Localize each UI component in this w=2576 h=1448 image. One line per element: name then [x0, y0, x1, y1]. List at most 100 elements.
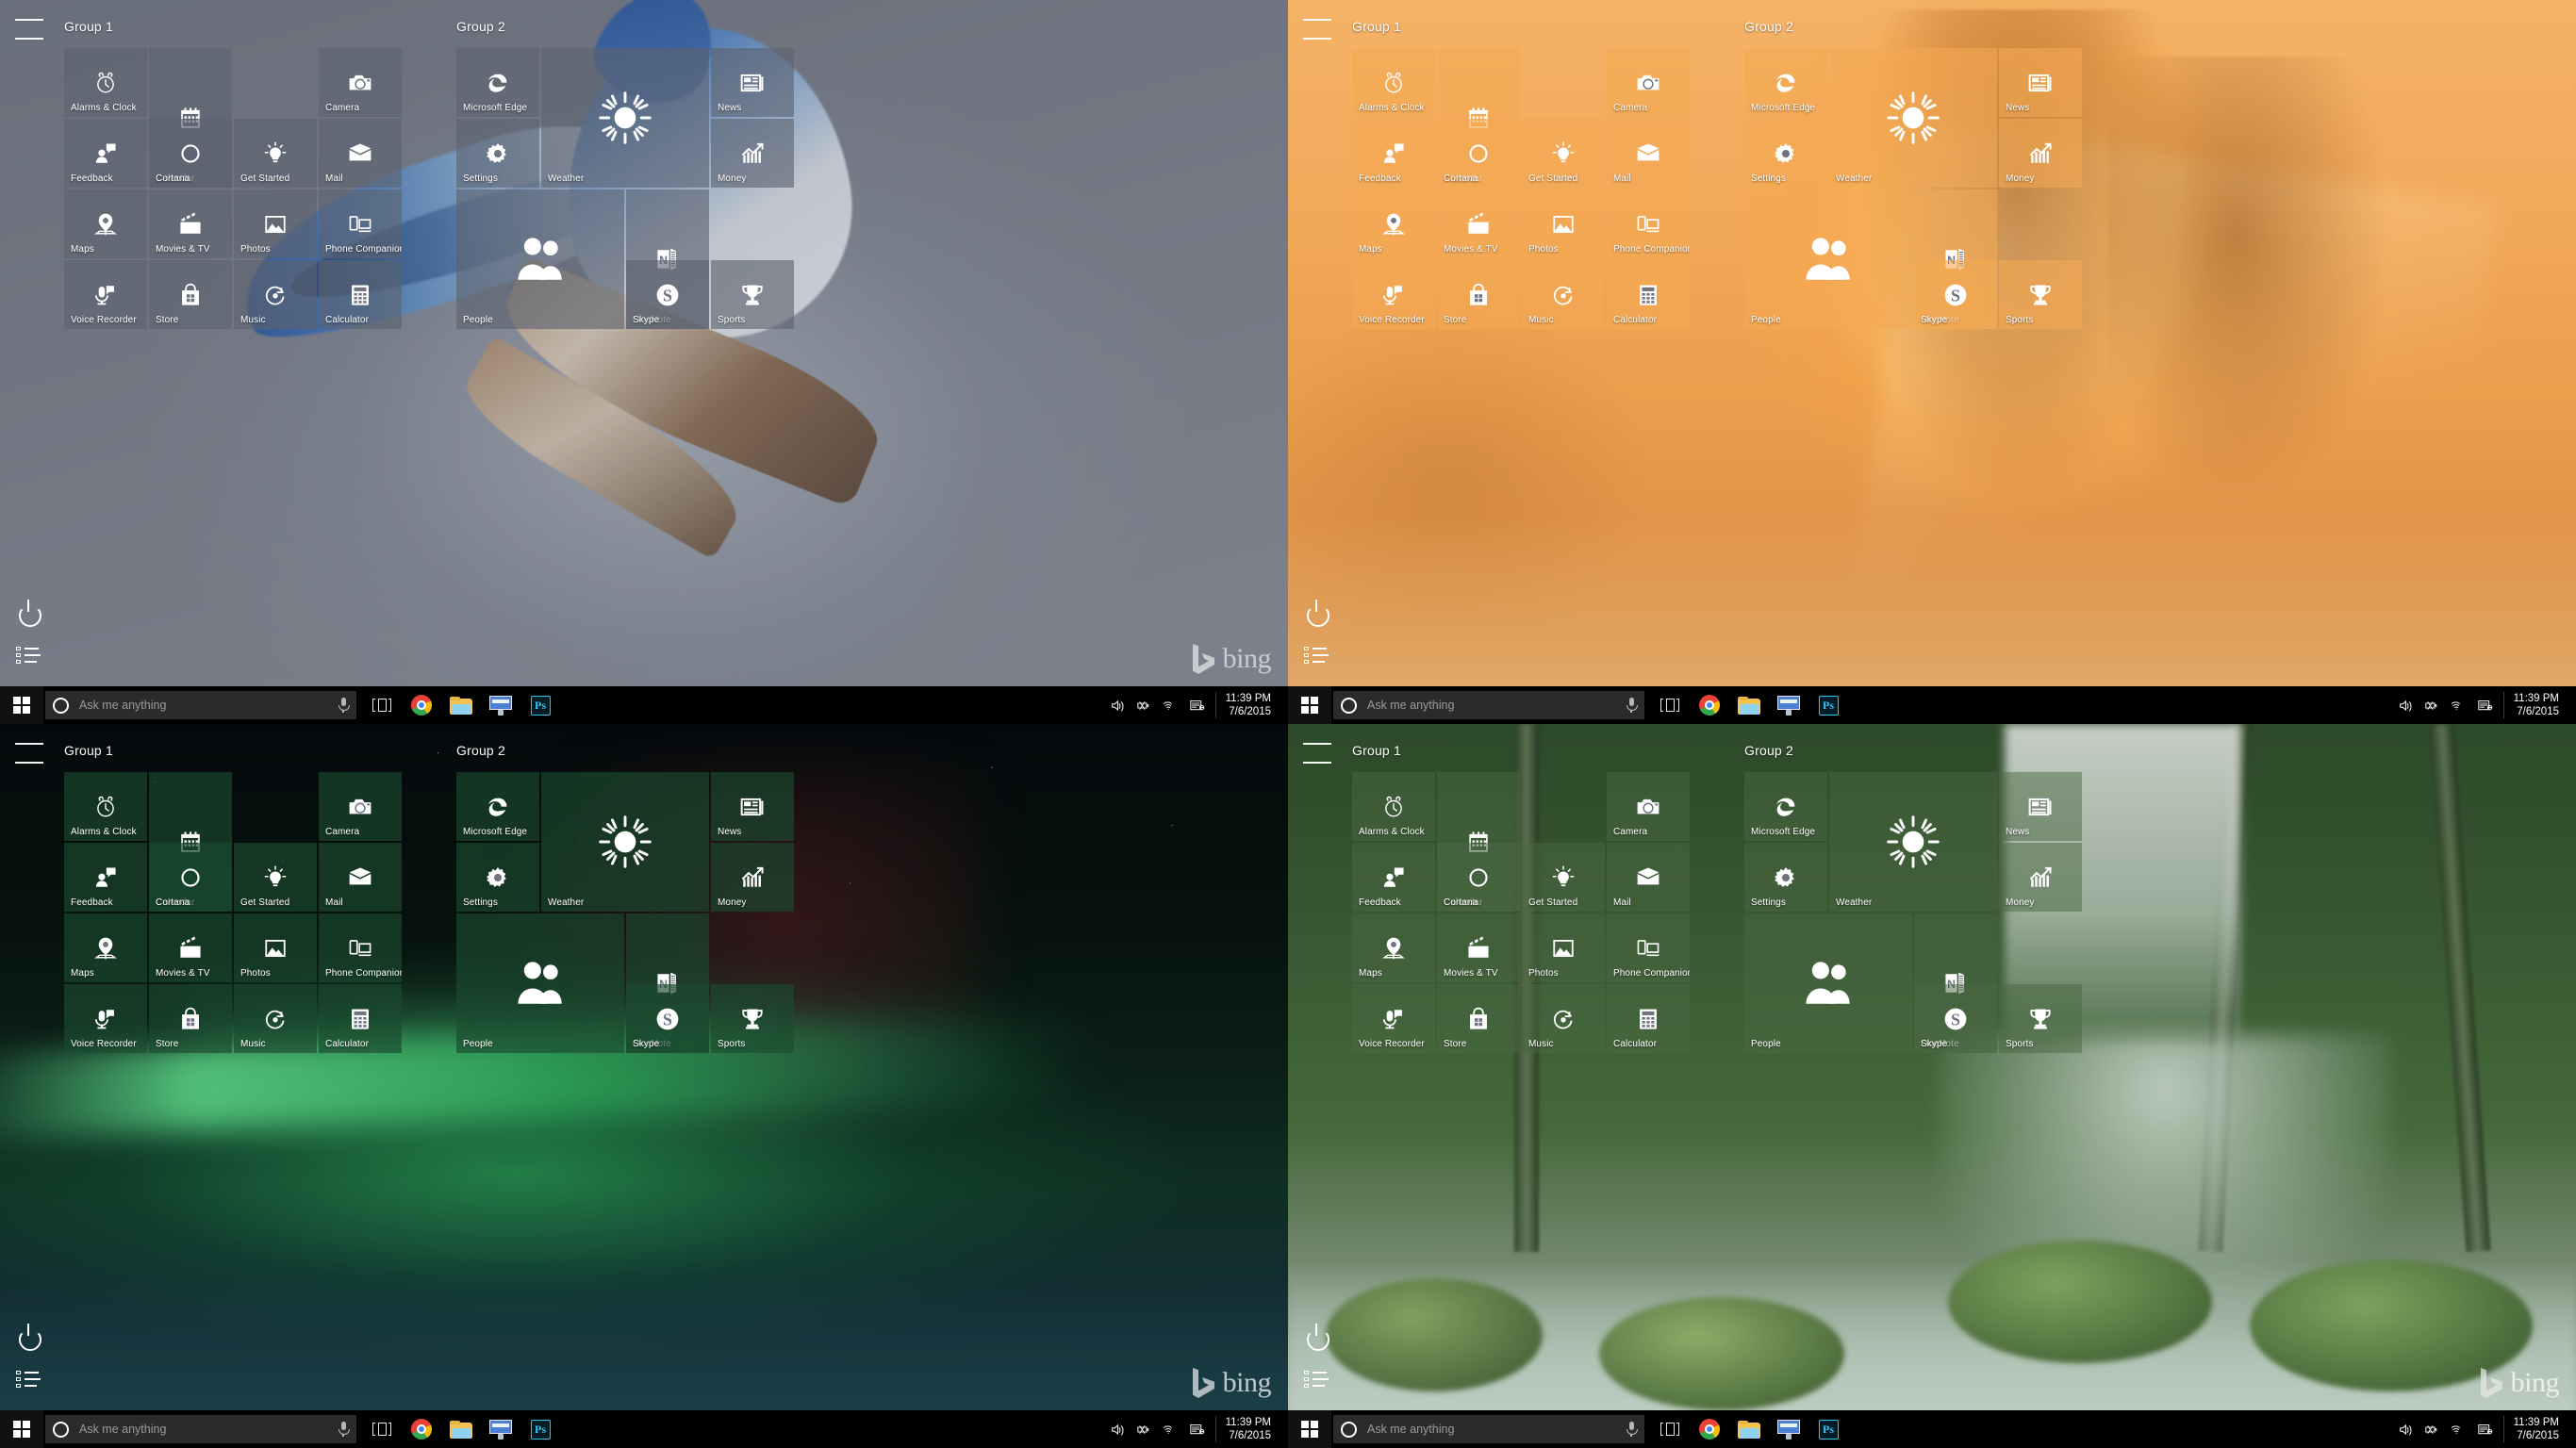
start-tile-money[interactable]: Money — [711, 843, 794, 912]
start-tile-music[interactable]: Music — [1522, 984, 1605, 1053]
taskbar-google-chrome-icon[interactable] — [1690, 1410, 1729, 1448]
start-tile-mail[interactable]: Mail — [319, 843, 402, 912]
start-tile-movies-tv[interactable]: Movies & TV — [1437, 189, 1520, 258]
start-tile-phone-companion[interactable]: Phone Companion — [319, 913, 402, 982]
start-tile-voice-recorder[interactable]: Voice Recorder — [1352, 984, 1435, 1053]
start-tile-get-started[interactable]: Get Started — [234, 843, 317, 912]
start-tile-settings[interactable]: Settings — [456, 843, 539, 912]
start-tile-store[interactable]: Store — [149, 260, 232, 329]
taskbar-remote-desktop-icon[interactable] — [481, 1410, 520, 1448]
taskbar-task-view-icon[interactable] — [1650, 1410, 1690, 1448]
start-tile-photos[interactable]: Photos — [1522, 913, 1605, 982]
tray-volume-icon[interactable] — [2398, 1423, 2414, 1437]
tray-wifi-icon[interactable] — [2451, 699, 2467, 713]
power-icon[interactable] — [1305, 1324, 1328, 1346]
start-tile-camera[interactable]: Camera — [319, 772, 402, 841]
start-tile-movies-tv[interactable]: Movies & TV — [149, 913, 232, 982]
taskbar-remote-desktop-icon[interactable] — [1769, 686, 1808, 724]
taskbar-google-chrome-icon[interactable] — [1690, 686, 1729, 724]
taskbar-photoshop-icon[interactable]: Ps — [520, 1410, 560, 1448]
start-tile-sports[interactable]: Sports — [1999, 984, 2082, 1053]
all-apps-list-icon[interactable] — [16, 1371, 41, 1388]
start-tile-people[interactable]: People — [1744, 189, 1912, 329]
start-tile-settings[interactable]: Settings — [1744, 843, 1827, 912]
tray-volume-icon[interactable] — [2398, 699, 2414, 713]
tray-battery-icon[interactable] — [2424, 699, 2440, 713]
taskbar-task-view-icon[interactable] — [362, 1410, 402, 1448]
start-tile-music[interactable]: Music — [234, 984, 317, 1053]
start-tile-microsoft-edge[interactable]: Microsoft Edge — [456, 772, 539, 841]
microphone-icon[interactable] — [1626, 1422, 1638, 1437]
start-tile-voice-recorder[interactable]: Voice Recorder — [64, 260, 147, 329]
start-tile-camera[interactable]: Camera — [1607, 772, 1690, 841]
start-tile-feedback[interactable]: Feedback — [64, 119, 147, 188]
tray-battery-icon[interactable] — [2424, 1423, 2440, 1437]
start-button[interactable] — [1288, 1410, 1331, 1448]
taskbar-file-explorer-icon[interactable] — [441, 686, 481, 724]
tray-volume-icon[interactable] — [1110, 699, 1126, 713]
start-tile-cortana[interactable]: Cortana — [1437, 843, 1520, 912]
start-tile-alarms-clock[interactable]: Alarms & Clock — [64, 48, 147, 117]
search-input[interactable]: Ask me anything — [45, 1415, 356, 1443]
tray-wifi-icon[interactable] — [1163, 1423, 1179, 1437]
search-input[interactable]: Ask me anything — [1333, 1415, 1644, 1443]
start-tile-get-started[interactable]: Get Started — [1522, 119, 1605, 188]
all-apps-list-icon[interactable] — [16, 647, 41, 664]
start-tile-sports[interactable]: Sports — [711, 984, 794, 1053]
start-button[interactable] — [1288, 686, 1331, 724]
start-tile-money[interactable]: Money — [711, 119, 794, 188]
start-tile-calculator[interactable]: Calculator — [1607, 984, 1690, 1053]
start-tile-skype[interactable]: S Skype — [626, 984, 709, 1053]
taskbar-remote-desktop-icon[interactable] — [1769, 1410, 1808, 1448]
start-tile-calculator[interactable]: Calculator — [1607, 260, 1690, 329]
start-tile-settings[interactable]: Settings — [1744, 119, 1827, 188]
taskbar-file-explorer-icon[interactable] — [441, 1410, 481, 1448]
start-tile-news[interactable]: News — [711, 48, 794, 117]
taskbar-file-explorer-icon[interactable] — [1729, 1410, 1769, 1448]
start-tile-money[interactable]: Money — [1999, 843, 2082, 912]
microphone-icon[interactable] — [338, 698, 350, 713]
start-tile-news[interactable]: News — [711, 772, 794, 841]
all-apps-list-icon[interactable] — [1304, 1371, 1329, 1388]
tray-battery-icon[interactable] — [1136, 1423, 1152, 1437]
tray-wifi-icon[interactable] — [1163, 699, 1179, 713]
start-tile-movies-tv[interactable]: Movies & TV — [149, 189, 232, 258]
hamburger-menu-icon[interactable] — [1303, 19, 1331, 40]
start-tile-alarms-clock[interactable]: Alarms & Clock — [1352, 772, 1435, 841]
taskbar-clock[interactable]: 11:39 PM 7/6/2015 — [1214, 1415, 1280, 1443]
start-tile-skype[interactable]: S Skype — [626, 260, 709, 329]
cortana-circle-icon[interactable] — [53, 697, 69, 714]
taskbar-google-chrome-icon[interactable] — [402, 1410, 441, 1448]
start-tile-photos[interactable]: Photos — [234, 189, 317, 258]
start-tile-cortana[interactable]: Cortana — [1437, 119, 1520, 188]
start-tile-sports[interactable]: Sports — [1999, 260, 2082, 329]
start-tile-weather[interactable]: Weather — [1829, 772, 1997, 912]
start-tile-skype[interactable]: S Skype — [1914, 984, 1997, 1053]
start-tile-calculator[interactable]: Calculator — [319, 260, 402, 329]
tray-wifi-icon[interactable] — [2451, 1423, 2467, 1437]
hamburger-menu-icon[interactable] — [15, 743, 43, 764]
taskbar-photoshop-icon[interactable]: Ps — [1808, 686, 1848, 724]
start-tile-people[interactable]: People — [1744, 913, 1912, 1053]
start-tile-cortana[interactable]: Cortana — [149, 119, 232, 188]
start-tile-weather[interactable]: Weather — [541, 772, 709, 912]
start-tile-feedback[interactable]: Feedback — [1352, 843, 1435, 912]
start-tile-photos[interactable]: Photos — [234, 913, 317, 982]
start-tile-weather[interactable]: Weather — [1829, 48, 1997, 188]
start-tile-camera[interactable]: Camera — [1607, 48, 1690, 117]
microphone-icon[interactable] — [338, 1422, 350, 1437]
start-tile-music[interactable]: Music — [1522, 260, 1605, 329]
start-tile-get-started[interactable]: Get Started — [1522, 843, 1605, 912]
start-tile-cortana[interactable]: Cortana — [149, 843, 232, 912]
start-tile-people[interactable]: People — [456, 189, 624, 329]
start-tile-phone-companion[interactable]: Phone Companion — [1607, 913, 1690, 982]
start-tile-photos[interactable]: Photos — [1522, 189, 1605, 258]
taskbar-photoshop-icon[interactable]: Ps — [1808, 1410, 1848, 1448]
cortana-circle-icon[interactable] — [1341, 697, 1357, 714]
start-tile-maps[interactable]: Maps — [64, 913, 147, 982]
start-tile-weather[interactable]: Weather — [541, 48, 709, 188]
taskbar-photoshop-icon[interactable]: Ps — [520, 686, 560, 724]
power-icon[interactable] — [17, 600, 40, 622]
start-tile-mail[interactable]: Mail — [1607, 119, 1690, 188]
tray-battery-icon[interactable] — [1136, 699, 1152, 713]
